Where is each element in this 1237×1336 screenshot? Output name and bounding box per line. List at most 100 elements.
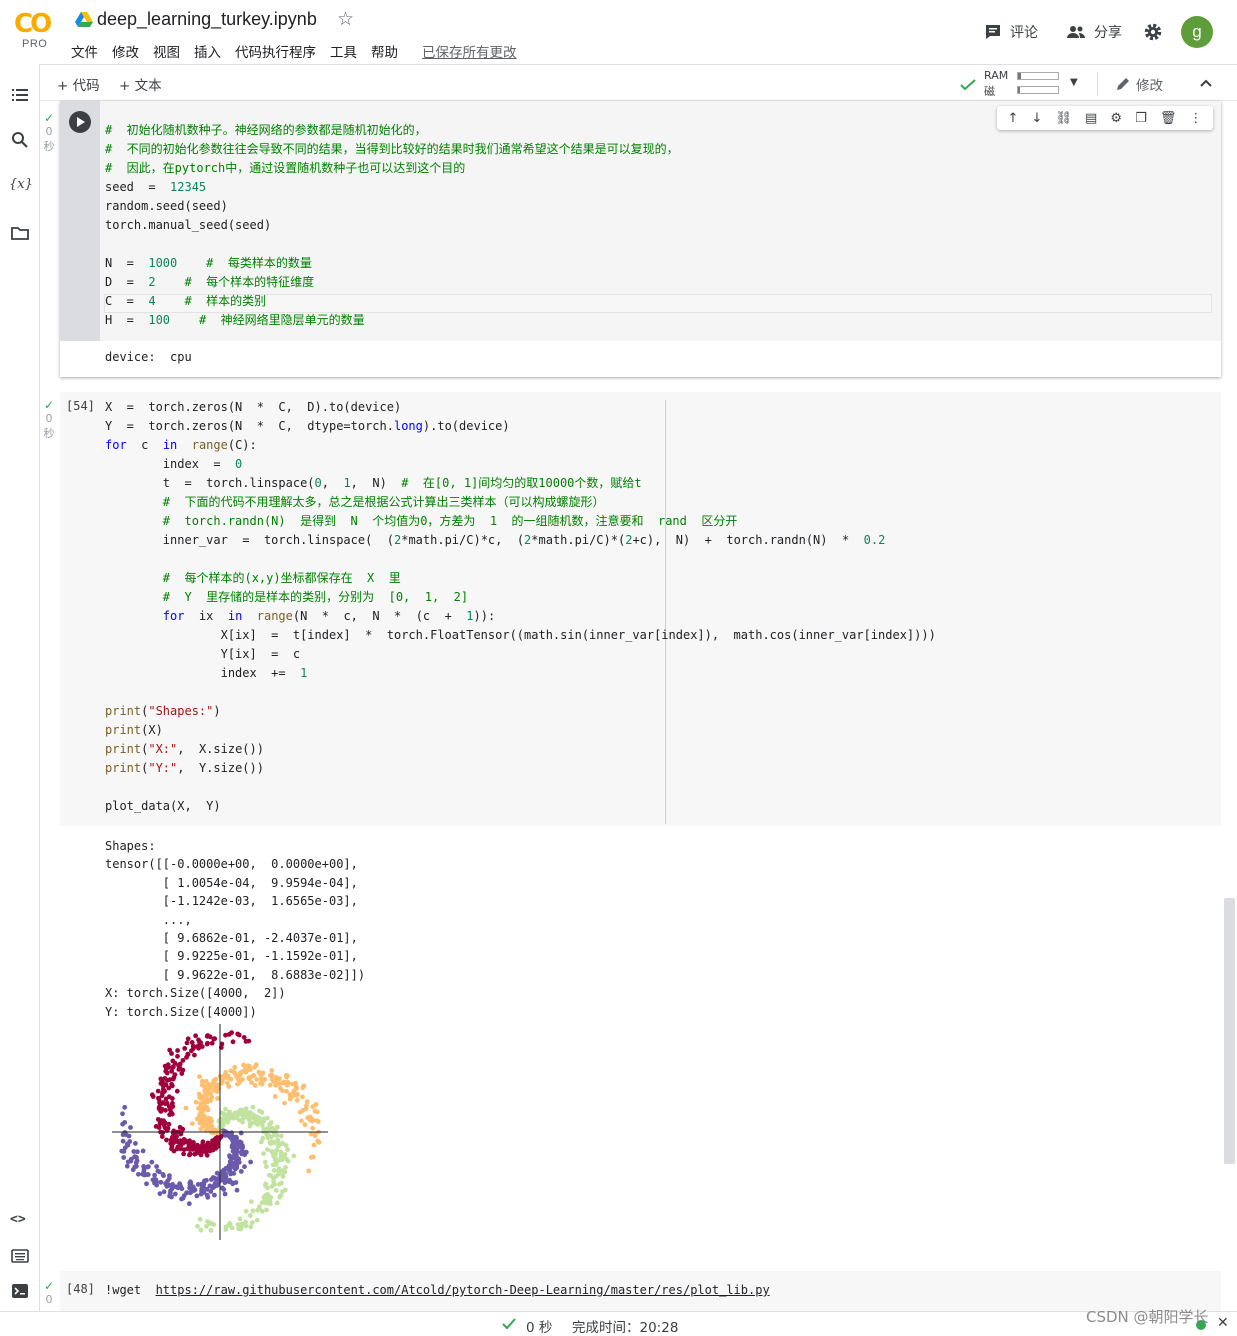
share-button[interactable]: 分享 (1066, 22, 1122, 42)
scatter-point-class-3 (215, 1096, 220, 1101)
scatter-point-class-0 (243, 1208, 249, 1214)
resource-dropdown-icon[interactable]: ▼ (1070, 77, 1078, 88)
cell2-success-check-icon: ✓ (43, 398, 55, 412)
scatter-point-class-0 (282, 1169, 288, 1175)
cell1-success-check-icon: ✓ (43, 111, 55, 125)
cell1-gutter (60, 101, 100, 341)
scatter-point-class-3 (277, 1076, 282, 1082)
scatter-point-class-3 (282, 1100, 287, 1106)
scatter-point-class-2 (167, 1112, 172, 1118)
menu-tools[interactable]: 工具 (330, 41, 357, 61)
cell3-exec-time: 0 (45, 1293, 53, 1306)
scatter-point-class-3 (193, 1099, 199, 1105)
scatter-point-class-3 (224, 1080, 230, 1086)
scatter-point-class-0 (283, 1143, 289, 1148)
gear-icon[interactable] (1143, 22, 1163, 42)
run-cell-button[interactable] (69, 111, 91, 133)
scatter-point-class-3 (198, 1126, 204, 1132)
command-palette-icon[interactable] (11, 1247, 29, 1265)
mirror-cell-icon[interactable]: ❐ (1135, 111, 1147, 126)
scatter-point-class-2 (193, 1033, 198, 1039)
cell3-status: ✓ 0 (42, 1279, 56, 1306)
comment-button[interactable]: 评论 (984, 22, 1038, 42)
star-icon[interactable]: ☆ (337, 8, 354, 30)
cell2-exec-count[interactable]: [54] (66, 399, 95, 413)
cell1-exec-time: 0 (45, 125, 53, 138)
chevron-up-icon[interactable] (1198, 75, 1214, 91)
scatter-point-class-2 (164, 1137, 169, 1143)
saved-status[interactable]: 已保存所有更改 (422, 41, 517, 61)
scatter-point-class-3 (183, 1105, 189, 1111)
scatter-point-class-3 (253, 1062, 259, 1068)
scatter-point-class-1 (198, 1191, 204, 1197)
scatter-point-class-0 (223, 1227, 229, 1232)
move-up-icon[interactable]: ↑ (1008, 111, 1019, 126)
scatter-point-class-3 (316, 1139, 322, 1145)
delete-cell-icon[interactable]: 🗑 (1160, 111, 1177, 126)
scatter-point-class-3 (314, 1109, 320, 1115)
toc-icon[interactable] (11, 86, 29, 104)
scatter-point-class-1 (230, 1181, 236, 1187)
scatter-point-class-1 (231, 1171, 237, 1176)
left-sidebar: {x} <> (0, 64, 40, 1336)
code-snippets-icon[interactable]: <> (10, 1212, 28, 1230)
scatter-point-class-1 (120, 1132, 126, 1138)
comment-cell-icon[interactable]: ▤ (1085, 111, 1097, 126)
scatter-point-class-3 (313, 1102, 319, 1107)
cell2-exec-unit: 秒 (43, 427, 55, 440)
plot-lib-link[interactable]: https://raw.githubusercontent.com/Atcold… (156, 1283, 770, 1297)
variables-icon[interactable]: {x} (9, 177, 33, 195)
scatter-point-class-2 (246, 1038, 252, 1044)
colab-logo[interactable]: CO PRO (14, 9, 58, 55)
code-cell-seed[interactable]: ↑ ↓ ⛓ ▤ ⚙ ❐ 🗑 ⋮ # 初始化随机数种子。神经网络的参数都是随机初始… (60, 101, 1221, 377)
menu-insert[interactable]: 插入 (194, 41, 221, 61)
scatter-point-class-1 (212, 1192, 217, 1198)
scatter-point-class-0 (237, 1216, 243, 1222)
scatter-point-class-1 (238, 1130, 244, 1136)
scatter-point-class-1 (149, 1159, 155, 1165)
scatter-point-class-1 (208, 1189, 214, 1194)
menu-edit[interactable]: 修改 (112, 41, 139, 61)
scatter-point-class-0 (250, 1208, 256, 1214)
cell-toolbar: ↑ ↓ ⛓ ▤ ⚙ ❐ 🗑 ⋮ (997, 106, 1213, 130)
close-icon[interactable]: ✕ (1217, 1315, 1229, 1331)
scatter-point-class-1 (222, 1191, 228, 1197)
vertical-scrollbar[interactable] (1224, 898, 1235, 1164)
menu-runtime[interactable]: 代码执行程序 (235, 41, 316, 61)
menu-file[interactable]: 文件 (71, 41, 98, 61)
scatter-point-class-0 (248, 1224, 254, 1230)
scatter-point-class-2 (192, 1151, 198, 1157)
watermark: CSDN @朝阳学长 (1086, 1308, 1209, 1326)
cell3-exec-count[interactable]: [48] (66, 1282, 95, 1296)
scatter-point-class-3 (262, 1076, 268, 1082)
scatter-point-class-1 (195, 1182, 201, 1187)
folder-icon[interactable] (11, 224, 29, 242)
terminal-icon[interactable] (11, 1282, 29, 1300)
scatter-point-class-3 (293, 1080, 298, 1086)
scatter-point-class-0 (259, 1110, 265, 1115)
notebook-title[interactable]: deep_learning_turkey.ipynb (97, 9, 317, 30)
menu-view[interactable]: 视图 (153, 41, 180, 61)
add-text-button[interactable]: + 文本 (119, 74, 162, 94)
scatter-point-class-0 (260, 1135, 266, 1141)
scatter-point-class-0 (254, 1217, 260, 1223)
app-header: CO PRO deep_learning_turkey.ipynb ☆ 文件 修… (0, 0, 1237, 64)
cell-settings-icon[interactable]: ⚙ (1110, 111, 1122, 126)
edit-button[interactable]: 修改 (1115, 74, 1163, 94)
share-label: 分享 (1094, 25, 1122, 41)
avatar[interactable]: g (1181, 16, 1213, 48)
scatter-point-class-0 (238, 1226, 244, 1232)
scatter-point-class-1 (124, 1163, 130, 1169)
scatter-point-class-1 (131, 1149, 137, 1154)
scatter-point-class-2 (229, 1030, 234, 1036)
scatter-point-class-2 (196, 1037, 201, 1043)
add-code-button[interactable]: + 代码 (57, 74, 100, 94)
link-icon[interactable]: ⛓ (1055, 111, 1072, 126)
scatter-point-class-2 (166, 1121, 172, 1127)
move-down-icon[interactable]: ↓ (1032, 111, 1043, 126)
menu-help[interactable]: 帮助 (371, 41, 398, 61)
more-options-icon[interactable]: ⋮ (1189, 111, 1202, 126)
search-icon[interactable] (11, 131, 29, 149)
scatter-point-class-3 (213, 1076, 219, 1082)
scatter-point-class-1 (172, 1191, 178, 1197)
